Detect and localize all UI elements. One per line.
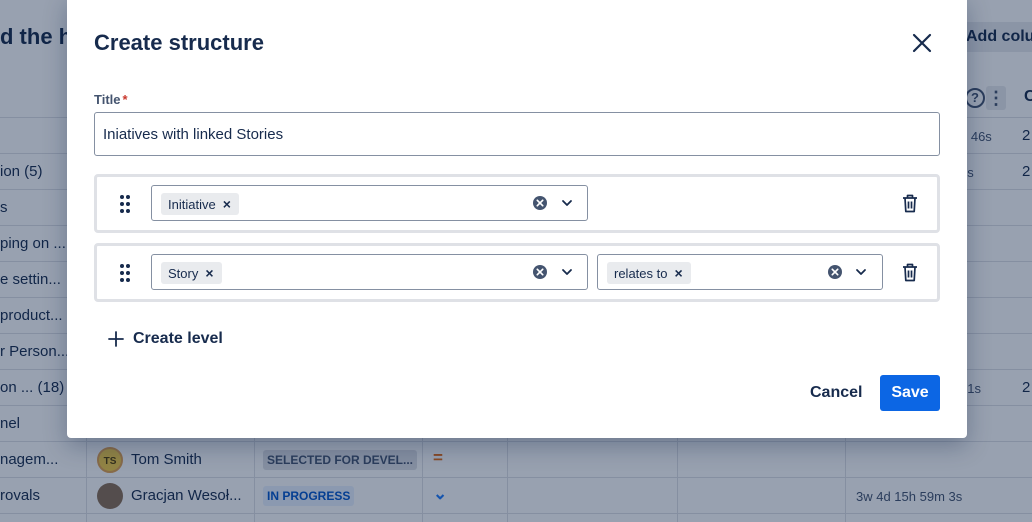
cancel-button[interactable]: Cancel [800,375,872,411]
chip-remove-icon[interactable]: × [205,262,213,284]
chevron-down-icon[interactable] [854,265,868,279]
chevron-down-icon[interactable] [560,265,574,279]
trash-icon[interactable] [902,263,918,282]
drag-handle-icon[interactable] [117,263,133,283]
create-level-label: Create level [133,330,223,347]
chip-label: Story [168,266,199,281]
clear-selection-icon[interactable] [827,264,843,280]
structure-level-2: Story × relates to × [94,243,940,302]
close-button[interactable] [907,28,937,58]
save-button[interactable]: Save [880,375,940,411]
issue-type-chip: Initiative × [161,193,239,215]
drag-handle-icon[interactable] [117,194,133,214]
issue-type-chip: Story × [161,262,222,284]
structure-level-1: Initiative × [94,174,940,233]
link-type-select[interactable]: relates to × [597,254,883,290]
chip-remove-icon[interactable]: × [223,193,231,215]
title-field-label: Title * [94,92,128,107]
title-input[interactable] [94,112,940,156]
issue-type-select[interactable]: Initiative × [151,185,588,221]
trash-icon[interactable] [902,194,918,213]
create-level-button[interactable]: Create level [107,326,223,352]
chip-remove-icon[interactable]: × [674,262,682,284]
required-marker: * [122,92,128,107]
link-type-chip: relates to × [607,262,691,284]
chip-label: relates to [614,266,668,281]
dialog-title: Create structure [94,30,264,55]
chip-label: Initiative [168,197,216,212]
clear-selection-icon[interactable] [532,195,548,211]
plus-icon [108,331,124,347]
issue-type-select[interactable]: Story × [151,254,588,290]
clear-selection-icon[interactable] [532,264,548,280]
close-icon [912,33,932,53]
chevron-down-icon[interactable] [560,196,574,210]
create-structure-dialog: Create structure Title* Initiative × [67,0,967,438]
